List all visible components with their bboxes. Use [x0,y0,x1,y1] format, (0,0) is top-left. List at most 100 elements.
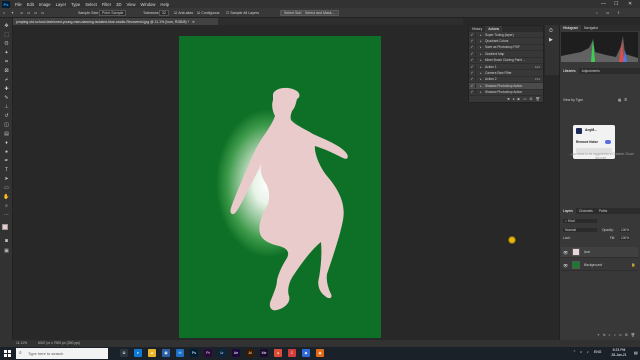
taskbar-clock[interactable]: 5:23 PM 28-Jan-21 [606,348,632,359]
premiere-icon[interactable]: Pr [204,349,212,357]
new-action-icon[interactable]: ⊞ [530,97,533,101]
search-icon[interactable]: ⌕ [596,10,598,16]
network-icon[interactable]: ⌂ [580,350,582,354]
history-panel-icon[interactable]: ⏱ [549,28,553,34]
zoom-level[interactable]: 11.11% [16,341,27,345]
record-icon[interactable]: ● [512,97,514,101]
tab-navigator[interactable]: Navigator [581,26,601,30]
menu-select[interactable]: Select [85,2,97,7]
menu-type[interactable]: Type [71,2,80,7]
app-blue-icon[interactable]: ◆ [302,349,310,357]
taskbar-search-input[interactable]: ⌕ Type here to search [16,348,108,359]
list-view-icon[interactable]: ☰ [624,98,627,102]
contiguous-checkbox[interactable]: ☑ Contiguous [197,10,219,16]
app-orange-icon[interactable]: ◉ [316,349,324,357]
lightroom-icon[interactable]: Lr [218,349,226,357]
new-layer-icon[interactable]: ⊞ [625,333,628,339]
language-indicator[interactable]: ENG [594,350,601,354]
menu-view[interactable]: View [127,2,136,7]
link-layers-icon[interactable]: ⚭ [597,333,600,339]
layer-row-background[interactable]: 👁 Background 🔒 [561,260,638,271]
home-icon[interactable]: ⌂ [3,10,5,16]
document-info[interactable]: 6347 px x 7900 px (300 ppi) [38,341,80,345]
crop-tool-icon[interactable]: ⌗ [3,59,10,65]
sample-size-select[interactable]: Point Sample [99,10,127,16]
app-c-icon[interactable]: C [288,349,296,357]
play-icon[interactable]: ▶ [518,97,521,101]
add-selection-icon[interactable]: ▭ [27,10,30,16]
delete-layer-icon[interactable]: 🗑 [631,333,635,339]
visibility-eye-icon[interactable]: 👁 [563,263,568,268]
path-selection-icon[interactable]: ➤ [3,176,10,182]
menu-file[interactable]: File [15,2,22,7]
store-icon[interactable]: ▣ [162,349,170,357]
more-tools-icon[interactable]: ⋯ [3,212,10,218]
hand-tool-icon[interactable]: ✋ [3,194,10,200]
anti-alias-checkbox[interactable]: ☑ Anti-alias [174,10,193,16]
delete-action-icon[interactable]: 🗑 [536,97,540,101]
frame-tool-icon[interactable]: ⊠ [3,68,10,74]
edge-icon[interactable]: e [134,349,142,357]
visibility-eye-icon[interactable]: 👁 [563,250,568,255]
subtract-selection-icon[interactable]: ▭ [34,10,37,16]
task-view-icon[interactable]: ⧉ [120,349,128,357]
eraser-tool-icon[interactable]: ◫ [3,122,10,128]
new-selection-icon[interactable]: ▭ [20,10,23,16]
menu-3d[interactable]: 3D [116,2,121,7]
history-brush-icon[interactable]: ↺ [3,113,10,119]
maximize-icon[interactable]: ☐ [614,1,618,7]
volume-icon[interactable]: ♪ [587,350,589,354]
add-mask-icon[interactable]: ◐ [609,333,611,339]
intersect-selection-icon[interactable]: ▭ [41,10,44,16]
magic-wand-tool-icon[interactable]: ✦ [11,10,14,16]
tray-arrow-icon[interactable]: ⌃ [573,350,576,354]
move-tool-icon[interactable]: ✥ [3,23,10,29]
dodge-tool-icon[interactable]: ● [3,149,10,155]
windows-start-icon[interactable] [4,350,11,357]
after-effects-icon[interactable]: Ae [232,349,240,357]
brush-tool-icon[interactable]: ✎ [3,95,10,101]
menu-edit[interactable]: Edit [27,2,34,7]
rectangle-tool-icon[interactable]: ▭ [3,185,10,191]
sample-all-layers-checkbox[interactable]: ☐ Sample All Layers [226,10,259,16]
magic-wand-tool-icon[interactable]: ✦ [3,50,10,56]
pen-tool-icon[interactable]: ✒ [3,158,10,164]
layer-style-icon[interactable]: fx [603,333,606,339]
clone-stamp-icon[interactable]: ⊥ [3,104,10,110]
layers-filter-select[interactable]: ⌕ Kind [563,219,597,223]
document-tab[interactable]: jumping-old-school-fashioned-young-man-d… [13,18,218,25]
tab-layers[interactable]: Layers [560,208,576,214]
gradient-tool-icon[interactable]: ▤ [3,131,10,137]
tab-channels[interactable]: Channels [576,209,596,213]
notifications-icon[interactable]: ▤ [634,350,638,355]
chrome-icon[interactable]: ● [274,349,282,357]
quick-mask-icon[interactable]: ◙ [3,238,10,244]
eyedropper-tool-icon[interactable]: ⌿ [3,77,10,83]
tab-history[interactable]: History [469,27,485,31]
illustrator-icon[interactable]: Ai [246,349,254,357]
screen-mode-icon[interactable]: ▣ [3,248,10,254]
stop-icon[interactable]: ■ [507,97,509,101]
share-icon[interactable]: ⇪ [617,10,620,16]
layer-name[interactable]: lcon [584,250,590,254]
menu-help[interactable]: Help [160,2,169,7]
tab-adjustments[interactable]: Adjustments [579,69,603,73]
blend-mode-select[interactable]: Normal [563,228,597,232]
menu-filter[interactable]: Filter [102,2,111,7]
libraries-view-select[interactable]: View by Type [563,98,583,102]
fill-input[interactable]: 100% [620,236,631,240]
new-set-icon[interactable]: ▭ [523,97,526,101]
toggle-switch[interactable] [605,140,611,144]
close-icon[interactable]: ✕ [628,1,632,7]
tab-libraries[interactable]: Libraries [560,68,579,74]
menu-image[interactable]: Image [39,2,51,7]
workspace-icon[interactable]: ▭ [606,10,609,16]
adjustment-layer-icon[interactable]: ◑ [614,333,616,339]
file-explorer-icon[interactable]: ▰ [148,349,156,357]
lasso-tool-icon[interactable]: ʘ [3,41,10,47]
healing-brush-icon[interactable]: ✚ [3,86,10,92]
action-row[interactable]: ✓ ▸ Shadow Photoshop Action [469,90,543,96]
grid-view-icon[interactable]: ▦ [618,98,621,102]
menu-window[interactable]: Window [141,2,156,7]
select-and-mask-button[interactable]: Select and Mask... [301,10,339,16]
